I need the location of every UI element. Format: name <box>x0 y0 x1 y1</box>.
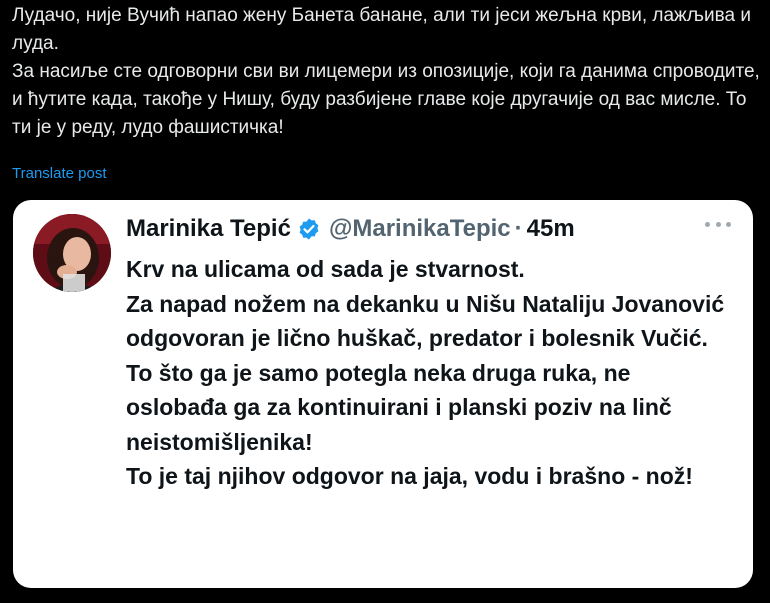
more-horizontal-icon[interactable] <box>705 218 731 230</box>
post-timestamp[interactable]: 45m <box>527 215 575 243</box>
avatar[interactable] <box>33 214 111 292</box>
quoted-post-card[interactable]: Marinika Tepić @MarinikaTepic · 45m Krv … <box>13 200 753 588</box>
author-name[interactable]: Marinika Tepić <box>126 215 291 243</box>
post-text: Лудачо, није Вучић напао жену Банета бан… <box>12 2 762 142</box>
quoted-post-text: Krv na ulicama od sada je stvarnost. Za … <box>126 256 725 489</box>
author-handle[interactable]: @MarinikaTepic <box>329 215 511 243</box>
time-separator: · <box>514 215 523 242</box>
quote-header: Marinika Tepić @MarinikaTepic · 45m <box>126 210 575 248</box>
verified-badge-icon <box>297 217 321 241</box>
translate-post-link[interactable]: Translate post <box>12 163 107 185</box>
post-body: Лудачо, није Вучић напао жену Банета бан… <box>12 5 760 138</box>
